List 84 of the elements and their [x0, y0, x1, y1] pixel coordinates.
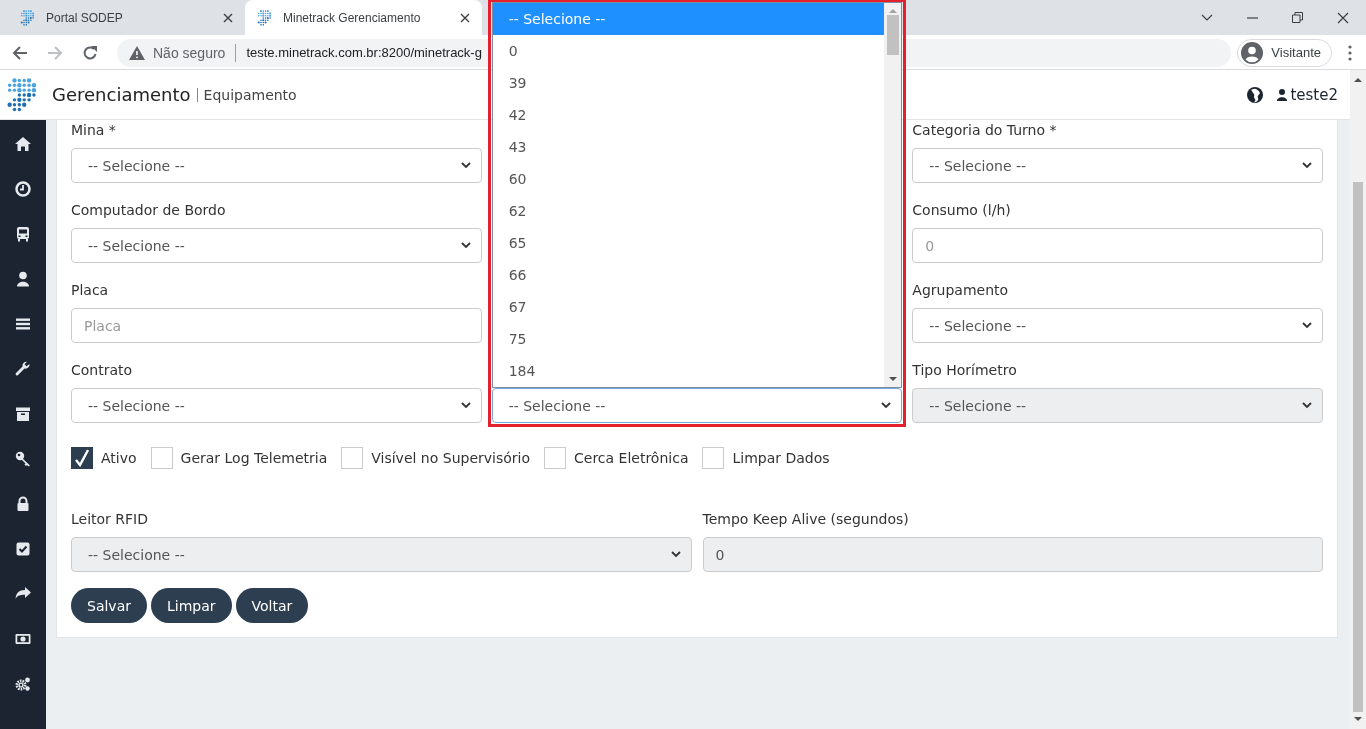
field-label: Tipo Horímetro [912, 361, 1018, 380]
browser-tab[interactable]: Portal SODEP [8, 0, 245, 35]
wrench-icon[interactable] [15, 361, 31, 377]
dropdown-option[interactable]: 67 [492, 291, 885, 323]
menu-icon[interactable] [15, 316, 31, 332]
dropdown-option[interactable]: 66 [492, 259, 885, 291]
checkbox-icon[interactable] [15, 541, 31, 557]
more-icon[interactable] [1348, 44, 1352, 61]
close-icon[interactable] [223, 12, 233, 23]
field-label: Agrupamento [912, 281, 1010, 300]
globe-icon[interactable] [1247, 86, 1264, 103]
field-label: Contrato [71, 361, 134, 380]
minimize-icon[interactable] [1247, 16, 1258, 19]
chevron-down-icon[interactable] [1201, 13, 1213, 22]
dropdown-option[interactable]: 65 [492, 227, 885, 259]
select-field[interactable]: -- Selecione -- [491, 388, 903, 423]
checkbox-label: Limpar Dados [732, 450, 830, 466]
dropdown-option[interactable]: 43 [492, 131, 885, 163]
url-text: teste.minetrack.com.br:8200/minetrack-g [246, 45, 482, 60]
logo-icon [257, 9, 273, 26]
checkbox-label: Ativo [101, 450, 137, 466]
select-field[interactable]: -- Selecione -- [912, 308, 1323, 343]
bus-icon[interactable] [15, 226, 31, 242]
caret-icon [1302, 402, 1312, 409]
caret-icon [670, 551, 681, 558]
user-icon[interactable] [15, 271, 31, 287]
caret-icon [1302, 322, 1312, 329]
restore-icon[interactable] [1292, 12, 1303, 23]
form-button[interactable]: Limpar [151, 588, 232, 623]
input-field[interactable]: Placa [71, 308, 482, 343]
field-label: Categoria do Turno * [912, 121, 1058, 140]
caret-icon [460, 402, 471, 409]
input-field[interactable]: 0 [912, 228, 1323, 263]
key-icon[interactable] [15, 451, 31, 467]
scrollbar[interactable] [884, 3, 902, 387]
user-icon [1277, 88, 1288, 101]
browser-tab[interactable]: Minetrack Gerenciamento [245, 0, 482, 35]
field-label: Consumo (l/h) [912, 201, 1012, 220]
dropdown-option[interactable]: 184 [492, 355, 885, 387]
back-icon[interactable] [12, 44, 28, 61]
logo-icon [20, 9, 36, 26]
warning-icon [129, 45, 145, 60]
avatar-icon [1241, 41, 1264, 64]
select-field[interactable]: -- Selecione -- [71, 388, 482, 423]
caret-icon [881, 402, 892, 409]
reload-icon[interactable] [82, 44, 98, 61]
checkbox-label: Cerca Eletrônica [574, 450, 689, 466]
archive-icon[interactable] [15, 406, 31, 422]
lock-icon[interactable] [15, 496, 31, 512]
dropdown-option[interactable]: 0 [492, 35, 885, 67]
field-label: Placa [71, 281, 110, 300]
tab-title: Portal SODEP [46, 10, 124, 25]
caret-icon [1302, 162, 1312, 169]
form-button[interactable]: Voltar [235, 588, 309, 623]
dropdown-option[interactable]: 39 [492, 67, 885, 99]
clock-icon[interactable] [15, 181, 31, 197]
caret-icon [460, 162, 471, 169]
page-subtitle: Equipamento [196, 87, 297, 102]
tab-title: Minetrack Gerenciamento [283, 10, 422, 25]
field-label: Tempo Keep Alive (segundos) [702, 510, 910, 529]
field-label: Computador de Bordo [71, 201, 227, 220]
checkmark-icon [75, 449, 89, 467]
home-icon[interactable] [15, 136, 31, 152]
user-menu[interactable]: teste2 [1277, 85, 1338, 104]
select-field[interactable]: -- Selecione -- [71, 148, 482, 183]
dropdown-option[interactable]: 42 [492, 99, 885, 131]
field-label: Leitor RFID [71, 510, 149, 529]
dropdown-option[interactable]: 75 [492, 323, 885, 355]
checkbox[interactable] [71, 447, 93, 469]
select-field[interactable]: -- Selecione -- [71, 228, 482, 263]
caret-icon [460, 242, 471, 249]
security-label: Não seguro [153, 44, 226, 61]
checkbox-label: Gerar Log Telemetria [180, 450, 328, 466]
field-label: Mina * [71, 121, 117, 140]
scrollbar[interactable] [1350, 70, 1366, 729]
app-title: Gerenciamento [52, 84, 191, 105]
form-button[interactable]: Salvar [71, 588, 147, 623]
close-icon[interactable] [460, 12, 470, 23]
dropdown-option[interactable]: 62 [492, 195, 885, 227]
close-icon[interactable] [1337, 11, 1349, 24]
checkbox-label: Visível no Supervisório [371, 450, 530, 466]
select-field[interactable]: -- Selecione -- [912, 148, 1323, 183]
banknote-icon[interactable] [15, 631, 31, 647]
dropdown-option[interactable]: 60 [492, 163, 885, 195]
